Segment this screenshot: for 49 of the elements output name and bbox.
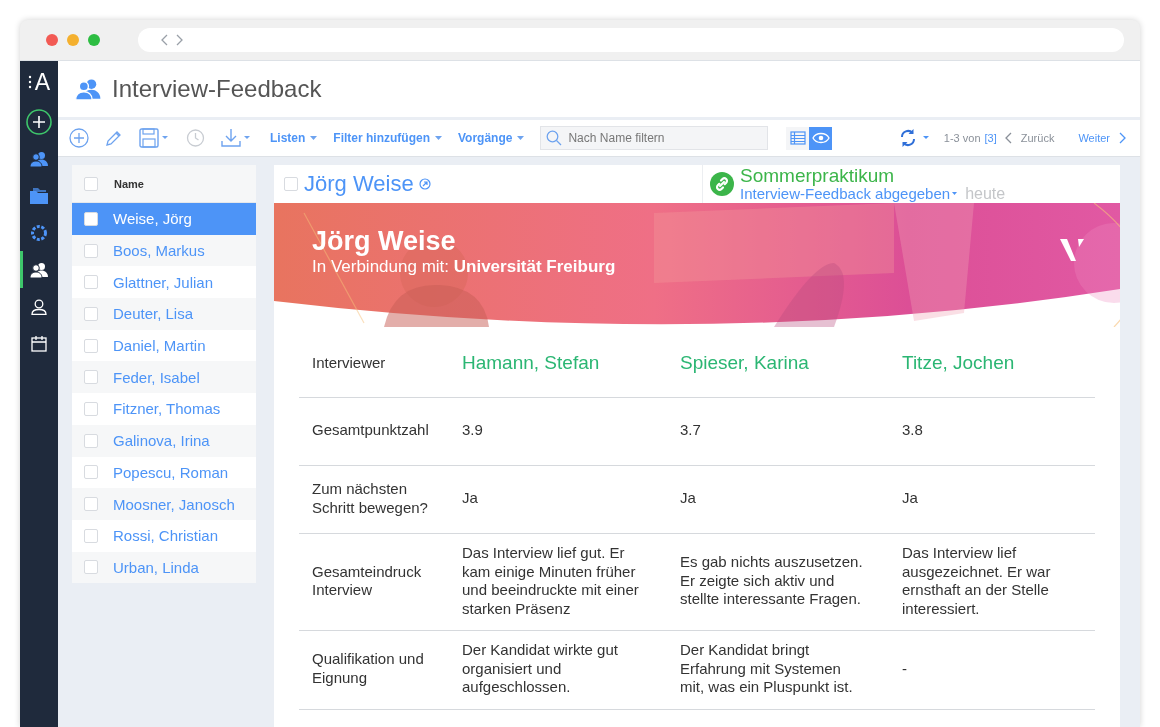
menu-button[interactable]: Vorgänge — [452, 129, 531, 147]
interviewer-link[interactable]: Hamann, Stefan — [462, 353, 680, 373]
list-row[interactable]: Deuter, Lisa — [72, 298, 256, 330]
search-field[interactable]: Nach Name filtern — [540, 126, 769, 150]
table-cell-text: Der Kandidat wirkte gut organisiert und aufgeschlossen. — [462, 641, 619, 697]
list-row[interactable]: Popescu, Roman — [72, 456, 256, 489]
list-row[interactable]: Boos, Markus — [72, 234, 256, 267]
row-label: Zum nächsten Schritt bewegen? — [312, 480, 429, 517]
total-link[interactable]: [3] — [984, 132, 997, 144]
table-cell-text: Das Interview lief ausgezeichnet. Er war ernsthaft an der Stelle interessiert. — [902, 544, 1052, 618]
table-cell-text: Ja — [680, 489, 697, 508]
status-dropdown[interactable]: Interview-Feedback abgegeben — [740, 185, 958, 202]
list-row[interactable]: Moosner, Janosch — [72, 488, 256, 520]
list-row[interactable]: Glattner, Julian — [72, 266, 256, 299]
list-row[interactable]: Fitzner, Thomas — [72, 393, 256, 425]
column-header: Name — [114, 177, 144, 190]
list-row[interactable]: Daniel, Martin — [72, 329, 256, 362]
menu-button[interactable]: Listen — [264, 129, 324, 147]
table-cell-text: 3.9 — [462, 421, 484, 440]
list-row[interactable]: Rossi, Christian — [72, 519, 256, 552]
table-cell-text: Es gab nichts auszusetzen. Er zeigte sich aktiv und stellte interessante Fragen. — [680, 553, 864, 609]
row-label: Interviewer — [312, 353, 387, 373]
row-label: Qualifikation und Eignung — [312, 650, 425, 688]
banner-name: Jörg Weise — [312, 226, 457, 257]
candidate-name-link[interactable]: Jörg Weise — [304, 171, 414, 197]
process-title: Sommerpraktikum — [740, 166, 896, 185]
list-row[interactable]: Weise, Jörg — [72, 203, 256, 235]
menu-button[interactable]: Filter hinzufügen — [327, 129, 448, 147]
list-row[interactable]: Feder, Isabel — [72, 361, 256, 394]
page-range: 1-3 von — [943, 132, 981, 144]
interviewer-link[interactable]: Spieser, Karina — [680, 353, 902, 373]
table-cell-text: 3.8 — [902, 421, 924, 440]
table-cell-text: Ja — [462, 489, 479, 508]
page-title: Interview-Feedback — [112, 75, 322, 103]
table-cell-text: 3.7 — [680, 421, 702, 440]
previous-link[interactable]: Zurück — [1020, 132, 1055, 144]
list-row[interactable]: Galinova, Irina — [72, 424, 256, 457]
next-link[interactable]: Weiter — [1078, 132, 1110, 144]
table-cell-text: Der Kandidat bringt Erfahrung mit Systemen mit, was ein Pluspunkt ist. — [680, 641, 854, 697]
table-cell-text: Ja — [902, 489, 919, 508]
table-cell-text: Das Interview lief gut. Er kam einige Minuten früher und beeindruckte mit einer starken Präsenz — [462, 544, 640, 618]
table-cell-text: - — [902, 659, 908, 678]
row-label: Gesamteindruck Interview — [312, 562, 423, 600]
row-label: Gesamtpunktzahl — [312, 421, 430, 440]
list-row[interactable]: Urban, Linda — [72, 551, 256, 584]
date-text: heute — [965, 186, 1006, 202]
app-logo[interactable]: A — [34, 68, 51, 96]
interviewer-link[interactable]: Titze, Jochen — [902, 353, 1095, 373]
connection-text: In Verbindung mit: Universität Freiburg — [312, 257, 616, 277]
